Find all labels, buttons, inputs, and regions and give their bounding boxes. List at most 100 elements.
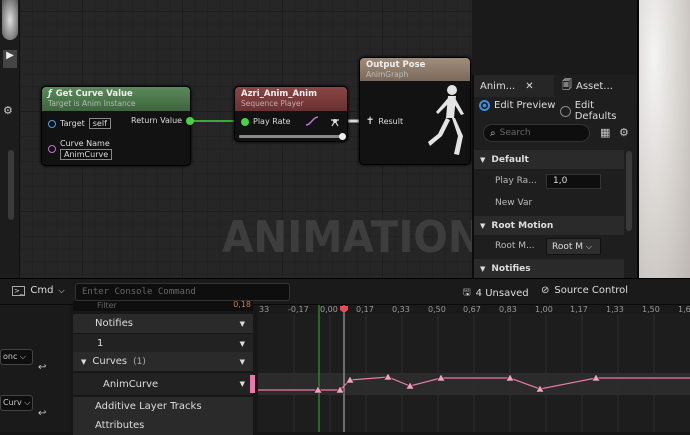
play-rate-label: Play Rate <box>253 117 291 126</box>
scrollbar[interactable] <box>8 150 14 220</box>
chevron-down-icon: ⌵ <box>585 242 592 251</box>
node-subtitle: Sequence Player <box>241 99 304 108</box>
track-label: Curves <box>92 356 128 367</box>
table-view-icon[interactable]: ▦ <box>600 126 610 139</box>
tab-label: Asset... <box>576 80 613 92</box>
track-additive-layer[interactable]: Additive Layer Tracks <box>73 397 253 416</box>
tab-anim[interactable]: Anim... ✕ <box>474 75 554 97</box>
unsaved-button[interactable]: 🖫 4 Unsaved <box>463 285 529 301</box>
track-label: Attributes <box>95 420 145 431</box>
playhead-handle <box>340 306 348 313</box>
property-root-motion: Root M... Root M ⌵ <box>474 236 624 258</box>
section-notifies[interactable]: ▼ Notifies <box>474 259 624 278</box>
search-input[interactable]: ⌕ Search <box>483 124 590 142</box>
track-anim-curve[interactable]: AnimCurve ▼ <box>73 373 253 395</box>
anim-graph-canvas[interactable]: ANIMATION ƒ Get Curve Value Target is Ani… <box>0 0 472 278</box>
curve-graph <box>258 305 690 432</box>
return-pin-row: Return Value <box>131 116 195 125</box>
timeline-graph[interactable]: 33 -0,17 0,00 0,17 0,33 0,50 0,67 0,83 1… <box>258 305 690 432</box>
curve-color-swatch <box>250 375 255 393</box>
target-label: Target <box>60 119 85 128</box>
section-label: Default <box>491 154 529 165</box>
undo-icon[interactable]: ↩ <box>38 408 46 419</box>
property-label: Root M... <box>495 241 535 251</box>
node-output-pose[interactable]: Output Pose AnimGraph ✝ Result <box>359 57 471 165</box>
float-pin-icon[interactable] <box>241 117 249 126</box>
scrollbar[interactable] <box>626 151 632 231</box>
upper-right-panel <box>472 0 637 75</box>
track-attributes[interactable]: Attributes <box>73 416 253 435</box>
dropdown-value: Root M <box>552 242 584 252</box>
left-column: onc ⌵ ↩ Curv ⌵ ↩ <box>0 305 70 432</box>
radio-edit-preview[interactable]: Edit Preview <box>479 100 555 111</box>
function-icon: ƒ <box>48 89 52 99</box>
section-root-motion[interactable]: ▼ Root Motion <box>474 216 624 235</box>
radio-edit-defaults[interactable]: Edit Defaults <box>560 100 637 122</box>
left-dropdown-2[interactable]: Curv ⌵ <box>0 395 33 411</box>
curve-name-field[interactable]: AnimCurve <box>60 149 113 160</box>
chevron-down-icon[interactable]: ▼ <box>240 340 245 348</box>
chevron-down-icon[interactable]: ▼ <box>240 358 245 366</box>
console-command-input[interactable]: Enter Console Command <box>75 283 290 301</box>
radio-unselected-icon <box>560 105 571 117</box>
section-default[interactable]: ▼ Default <box>474 150 624 169</box>
gear-icon[interactable]: ⚙ <box>3 104 13 117</box>
anim-timeline-panel: onc ⌵ ↩ Curv ⌵ ↩ Filter 0,18 Notifies ▼ … <box>0 301 690 435</box>
node-header: ƒ Get Curve Value Target is Anim Instance <box>42 87 190 111</box>
preview-viewport[interactable] <box>637 0 690 287</box>
chevron-down-icon: ⌵ <box>58 285 65 295</box>
chevron-down-icon[interactable]: ▼ <box>240 320 245 328</box>
property-new-var: New Var <box>474 193 624 215</box>
radio-label: Edit Defaults <box>574 100 617 122</box>
track-count: (1) <box>133 356 146 367</box>
track-label: Notifies <box>95 318 133 329</box>
root-motion-dropdown[interactable]: Root M ⌵ <box>546 238 601 255</box>
chevron-down-icon[interactable]: ▼ <box>81 358 86 366</box>
search-icon: ⌕ <box>490 127 496 139</box>
target-value: self <box>88 118 111 129</box>
node-title: Azri_Anim_Anim <box>241 89 317 99</box>
node-subtitle: Target is Anim Instance <box>48 99 136 108</box>
section-label: Notifies <box>491 263 531 274</box>
radio-selected-icon <box>479 100 490 111</box>
undo-icon[interactable]: ↩ <box>38 362 46 373</box>
name-pin-icon[interactable] <box>48 145 56 153</box>
track-label: AnimCurve <box>103 378 159 390</box>
filter-text: Filter <box>97 301 117 310</box>
node-get-curve-value[interactable]: ƒ Get Curve Value Target is Anim Instance… <box>41 86 195 166</box>
asset-icon: 🗐 <box>562 79 572 91</box>
chevron-down-icon: ▼ <box>480 155 486 164</box>
section-label: Root Motion <box>491 220 554 231</box>
save-icon: 🖫 <box>463 288 471 298</box>
object-pin-icon[interactable] <box>48 119 56 128</box>
float-pin-icon[interactable] <box>186 116 195 125</box>
cmd-label: Cmd <box>30 285 54 296</box>
close-icon[interactable]: ✕ <box>525 81 533 92</box>
node-header: Output Pose AnimGraph <box>360 58 470 81</box>
target-pin-row: Target self <box>48 118 111 129</box>
play-rate-input[interactable]: 1,0 <box>546 174 601 189</box>
details-panel: Anim... ✕ 🗐 Asset... Edit Preview Edit D… <box>472 75 637 278</box>
node-title: ƒ Get Curve Value <box>48 89 184 99</box>
track-notify-1[interactable]: 1 ▼ <box>73 334 253 353</box>
pose-pin-icon[interactable]: ✝ <box>366 116 374 127</box>
track-notifies[interactable]: Notifies ▼ <box>73 314 253 333</box>
gear-icon[interactable]: ⚙ <box>619 126 629 139</box>
play-icon[interactable]: ▶ <box>3 50 17 68</box>
console-icon: >_ <box>12 285 26 296</box>
left-dropdown-1[interactable]: onc ⌵ <box>0 349 33 365</box>
cmd-dropdown[interactable]: >_ Cmd ⌵ <box>12 285 65 296</box>
source-control-button[interactable]: ⊘ Source Control <box>541 285 628 296</box>
mannequin-preview-icon <box>428 85 464 155</box>
track-curves[interactable]: ▼ Curves (1) ▼ <box>73 352 253 371</box>
node-sequence-player[interactable]: Azri_Anim_Anim Sequence Player Play Rate <box>234 86 348 142</box>
chevron-down-icon: ⌵ <box>17 352 26 361</box>
chevron-down-icon: ▼ <box>480 221 486 230</box>
track-label: 1 <box>97 338 104 349</box>
tab-asset[interactable]: 🗐 Asset... <box>556 75 636 97</box>
chevron-down-icon[interactable]: ▼ <box>240 380 245 388</box>
property-play-rate: Play Ra... 1,0 <box>474 171 624 193</box>
track-filter-input[interactable]: Filter 0,18 <box>73 301 253 311</box>
tab-label: Anim... <box>480 80 516 92</box>
viewport-thumbnail <box>2 0 18 40</box>
